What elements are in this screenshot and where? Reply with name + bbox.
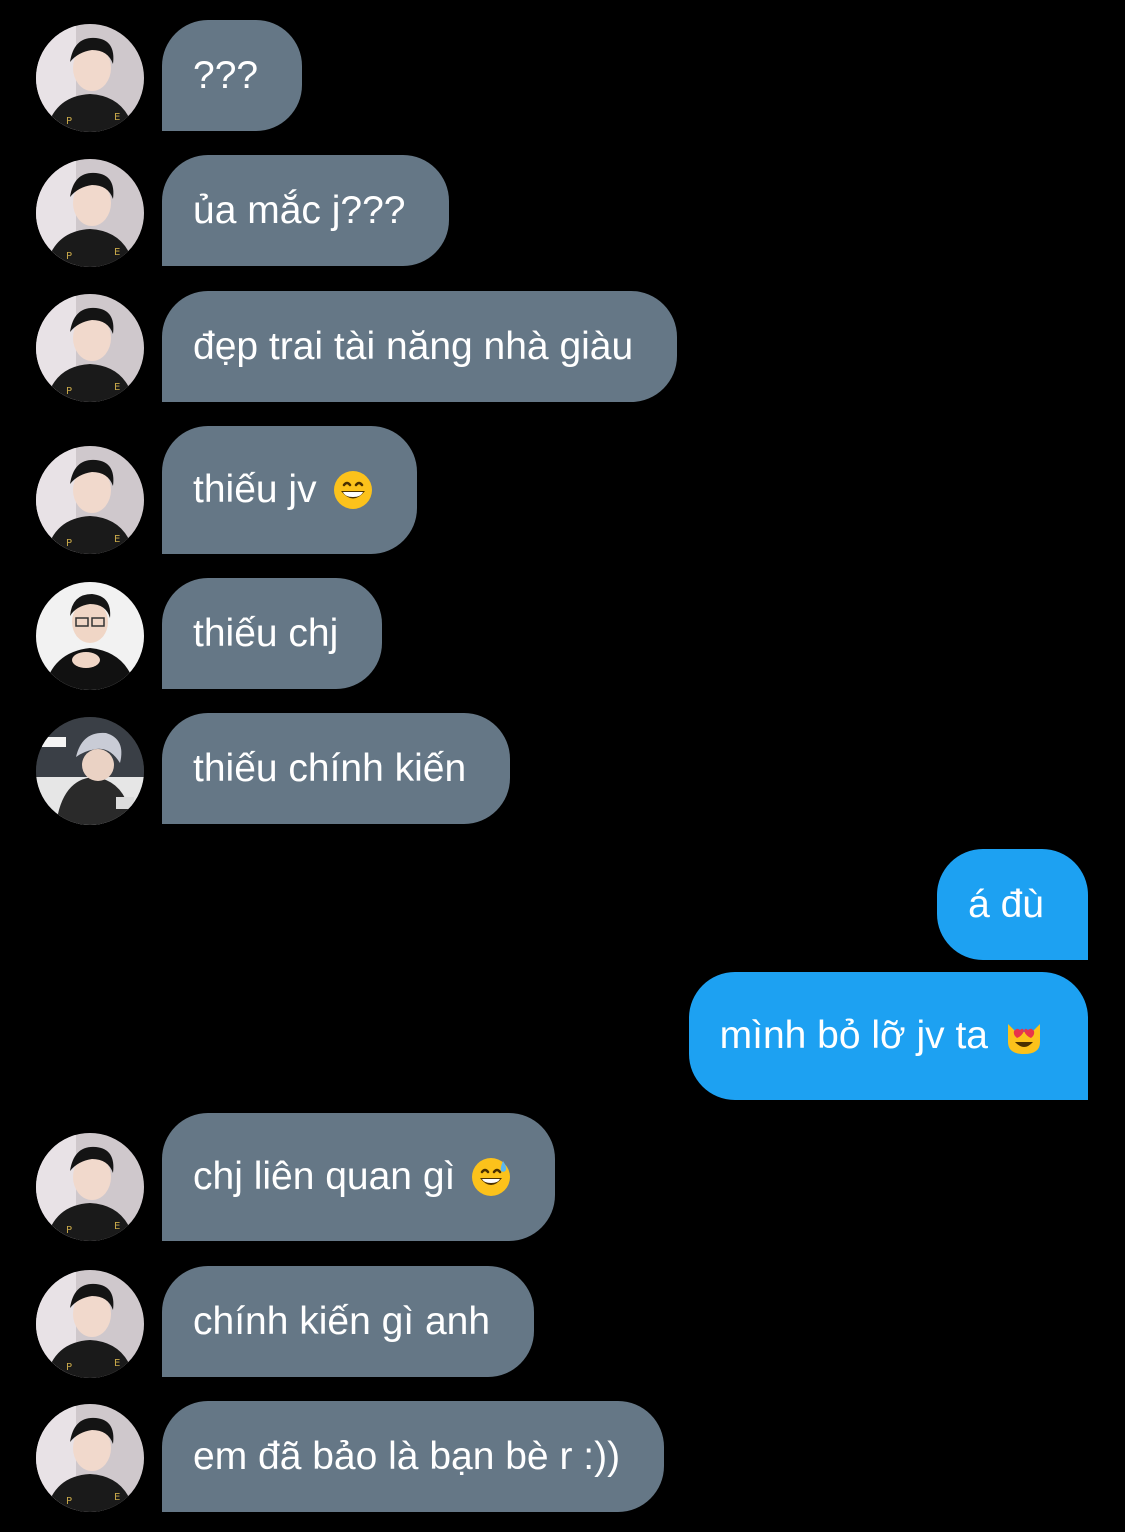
avatar-a-image: P E (36, 1270, 144, 1378)
received-message-bubble[interactable]: thiếu jv (162, 426, 417, 554)
sender-avatar[interactable]: P E (36, 1133, 144, 1241)
received-message-bubble[interactable]: thiếu chính kiến (162, 713, 511, 824)
avatar-a-image: P E (36, 1133, 144, 1241)
received-message-bubble[interactable]: ủa mắc j??? (162, 155, 450, 266)
message-text: ủa mắc j??? (193, 188, 406, 232)
sender-avatar[interactable]: P E (36, 24, 144, 132)
sender-avatar[interactable]: P E (36, 1404, 144, 1512)
svg-text:P: P (66, 1362, 72, 1373)
sweat-smile-emoji (471, 1157, 511, 1197)
sender-avatar[interactable]: P E (36, 294, 144, 402)
sender-avatar[interactable]: P E (36, 159, 144, 267)
avatar-a-image: P E (36, 24, 144, 132)
message-text: em đã bảo là bạn bè r :)) (193, 1434, 621, 1478)
received-message-bubble[interactable]: chj liên quan gì (162, 1113, 556, 1241)
message-text: mình bỏ lỡ jv ta (719, 1014, 988, 1057)
svg-text:E: E (114, 112, 120, 123)
message-text: đẹp trai tài năng nhà giàu (193, 324, 634, 368)
avatar-a-image: P E (36, 1404, 144, 1512)
svg-text:E: E (114, 1358, 120, 1369)
message-text: thiếu chính kiến (193, 746, 467, 790)
message-text: thiếu chj (193, 611, 339, 655)
svg-text:P: P (66, 386, 72, 397)
svg-text:P: P (66, 1496, 72, 1507)
message-text: á đù (968, 882, 1044, 926)
svg-text:P: P (66, 1225, 72, 1236)
sent-message-bubble[interactable]: á đù (937, 849, 1088, 960)
avatar-c-image (36, 717, 144, 825)
avatar-a-image: P E (36, 294, 144, 402)
heart-eyes-cat-emoji (1004, 1016, 1044, 1056)
avatar-a-image: P E (36, 446, 144, 554)
received-message-bubble[interactable]: em đã bảo là bạn bè r :)) (162, 1401, 665, 1512)
sender-avatar[interactable]: P E (36, 446, 144, 554)
svg-text:E: E (114, 382, 120, 393)
svg-text:E: E (114, 247, 120, 258)
svg-text:E: E (114, 534, 120, 545)
message-text: chính kiến gì anh (193, 1299, 491, 1343)
sender-avatar[interactable] (36, 582, 144, 690)
svg-text:P: P (66, 251, 72, 262)
svg-text:P: P (66, 538, 72, 549)
received-message-bubble[interactable]: đẹp trai tài năng nhà giàu (162, 291, 678, 402)
sender-avatar[interactable]: P E (36, 1270, 144, 1378)
message-text: ??? (193, 53, 259, 97)
grinning-face-emoji (333, 470, 373, 510)
svg-text:P: P (66, 116, 72, 127)
avatar-a-image: P E (36, 159, 144, 267)
svg-text:E: E (114, 1221, 120, 1232)
message-text: thiếu jv (193, 468, 317, 511)
received-message-bubble[interactable]: ??? (162, 20, 303, 131)
message-text: chj liên quan gì (193, 1155, 456, 1198)
message-thread[interactable]: P E ??? P E ủa mắc j??? P E đẹp trai tài… (0, 0, 1125, 1532)
sent-message-bubble[interactable]: mình bỏ lỡ jv ta (688, 972, 1088, 1100)
received-message-bubble[interactable]: thiếu chj (162, 578, 383, 689)
sender-avatar[interactable] (36, 717, 144, 825)
svg-text:E: E (114, 1492, 120, 1503)
received-message-bubble[interactable]: chính kiến gì anh (162, 1266, 535, 1377)
avatar-b-image (36, 582, 144, 690)
